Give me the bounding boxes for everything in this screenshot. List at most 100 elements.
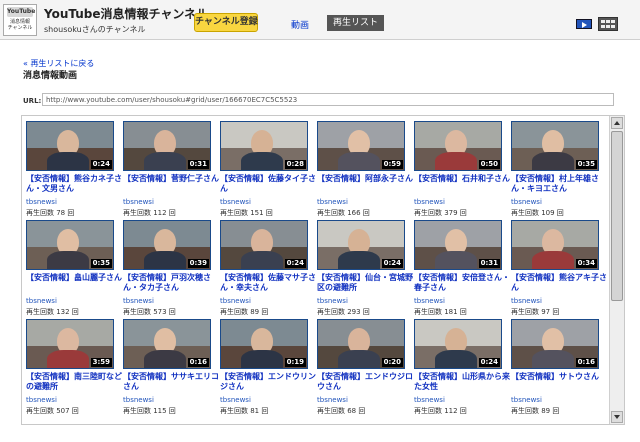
video-tile[interactable]: 0:35 【安否情報】畠山麗子さん tbsnewsi 再生回数 132 回 [26,220,123,318]
video-tile[interactable]: 0:24 【安否情報】佐藤マサ子さん・幸夫さん tbsnewsi 再生回数 89 回 [220,220,317,318]
video-thumbnail[interactable]: 0:24 [26,121,114,171]
video-title-link[interactable]: 【安否情報】菅野仁子さん [123,174,219,184]
video-thumbnail[interactable]: 0:24 [414,319,502,369]
tab-videos[interactable]: 動画 [291,18,309,31]
player-view-icon[interactable] [576,19,592,29]
video-tile[interactable]: 0:24 【安否情報】山形県から来た女性 tbsnewsi 再生回数 112 回 [414,319,511,417]
video-uploader-link[interactable]: tbsnewsi [317,396,348,404]
video-tile[interactable]: 0:24 【安否情報】熊谷カネ子さん・文男さん tbsnewsi 再生回数 78 回 [26,121,123,219]
video-title-link[interactable]: 【安否情報】熊谷アキ子さん [511,273,607,293]
youtube-logo-text: YouTube [7,7,36,17]
channel-logo[interactable]: YouTube 消息情報 チャンネル [3,4,37,36]
scroll-thumb[interactable] [611,131,623,301]
video-thumbnail[interactable]: 0:35 [511,121,599,171]
video-duration: 0:16 [187,358,209,367]
video-tile[interactable]: 0:59 【安否情報】阿部永子さん tbsnewsi 再生回数 166 回 [317,121,414,219]
video-uploader-link[interactable]: tbsnewsi [511,198,542,206]
video-thumbnail[interactable]: 0:31 [123,121,211,171]
video-view-count: 再生回数 68 回 [317,407,366,415]
playlist-title: 消息情報動画 [23,71,78,81]
video-thumbnail[interactable]: 3:59 [26,319,114,369]
channel-user[interactable]: shousoku [44,25,82,34]
video-title-link[interactable]: 【安否情報】村上年雄さん・キヨエさん [511,174,607,194]
video-uploader-link[interactable]: tbsnewsi [220,198,251,206]
video-uploader-link[interactable]: tbsnewsi [26,396,57,404]
video-tile[interactable]: 3:59 【安否情報】南三陸町などの避難所 tbsnewsi 再生回数 507 回 [26,319,123,417]
video-view-count: 再生回数 151 回 [220,209,273,217]
video-tile[interactable]: 0:50 【安否情報】石井和子さん tbsnewsi 再生回数 379 回 [414,121,511,219]
video-tile[interactable]: 0:24 【安否情報】仙台・宮城野区の避難所 tbsnewsi 再生回数 293 回 [317,220,414,318]
video-uploader-link[interactable]: tbsnewsi [26,297,57,305]
video-tile[interactable]: 0:34 【安否情報】熊谷アキ子さん tbsnewsi 再生回数 97 回 [511,220,608,318]
url-field[interactable] [42,93,614,106]
video-tile[interactable]: 0:16 【安否情報】サトウさん tbsnewsi 再生回数 89 回 [511,319,608,417]
video-tile[interactable]: 0:20 【安否情報】エンドウジロウさん tbsnewsi 再生回数 68 回 [317,319,414,417]
video-title-link[interactable]: 【安否情報】エンドウリンジさん [220,372,316,392]
video-title-link[interactable]: 【安否情報】石井和子さん [414,174,510,184]
video-thumbnail[interactable]: 0:28 [220,121,308,171]
video-title-link[interactable]: 【安否情報】畠山麗子さん [26,273,122,283]
video-tile[interactable]: 0:19 【安否情報】エンドウリンジさん tbsnewsi 再生回数 81 回 [220,319,317,417]
scroll-up-icon[interactable] [611,117,623,129]
video-tile[interactable]: 0:39 【安否情報】戸羽次穂さん・タカ子さん tbsnewsi 再生回数 573 回 [123,220,220,318]
video-duration: 0:34 [575,259,597,268]
video-tile[interactable]: 0:28 【安否情報】佐藤タイ子さん tbsnewsi 再生回数 151 回 [220,121,317,219]
scroll-down-icon[interactable] [611,411,623,423]
video-title-link[interactable]: 【安否情報】ササキエリコさん [123,372,219,392]
video-uploader-link[interactable]: tbsnewsi [511,396,542,404]
video-uploader-link[interactable]: tbsnewsi [414,396,445,404]
video-thumbnail[interactable]: 0:39 [123,220,211,270]
video-title-link[interactable]: 【安否情報】戸羽次穂さん・タカ子さん [123,273,219,293]
video-uploader-link[interactable]: tbsnewsi [123,396,154,404]
video-thumbnail[interactable]: 0:35 [26,220,114,270]
video-tile[interactable]: 0:31 【安否情報】菅野仁子さん tbsnewsi 再生回数 112 回 [123,121,220,219]
video-duration: 0:19 [284,358,306,367]
video-uploader-link[interactable]: tbsnewsi [317,198,348,206]
video-thumbnail[interactable]: 0:16 [511,319,599,369]
tab-playlists[interactable]: 再生リスト [327,15,385,31]
video-thumbnail[interactable]: 0:50 [414,121,502,171]
video-uploader-link[interactable]: tbsnewsi [414,297,445,305]
video-title-link[interactable]: 【安否情報】佐藤タイ子さん [220,174,316,194]
video-duration: 0:24 [478,358,500,367]
video-duration: 3:59 [90,358,112,367]
video-title-link[interactable]: 【安否情報】南三陸町などの避難所 [26,372,122,392]
video-tile[interactable]: 0:31 【安否情報】安倍登さん・春子さん tbsnewsi 再生回数 181 回 [414,220,511,318]
video-tile[interactable]: 0:16 【安否情報】ササキエリコさん tbsnewsi 再生回数 115 回 [123,319,220,417]
video-thumbnail[interactable]: 0:59 [317,121,405,171]
grid-view-icon[interactable] [598,17,618,31]
video-uploader-link[interactable]: tbsnewsi [220,297,251,305]
video-title-link[interactable]: 【安否情報】仙台・宮城野区の避難所 [317,273,413,293]
video-uploader-link[interactable]: tbsnewsi [123,297,154,305]
video-title-link[interactable]: 【安否情報】阿部永子さん [317,174,413,184]
video-uploader-link[interactable]: tbsnewsi [317,297,348,305]
video-thumbnail[interactable]: 0:34 [511,220,599,270]
video-duration: 0:31 [187,160,209,169]
video-grid: 0:24 【安否情報】熊谷カネ子さん・文男さん tbsnewsi 再生回数 78 回0… [22,116,610,424]
video-thumbnail[interactable]: 0:19 [220,319,308,369]
video-thumbnail[interactable]: 0:20 [317,319,405,369]
video-duration: 0:24 [381,259,403,268]
video-duration: 0:59 [381,160,403,169]
video-tile[interactable]: 0:35 【安否情報】村上年雄さん・キヨエさん tbsnewsi 再生回数 109 回 [511,121,608,219]
video-uploader-link[interactable]: tbsnewsi [26,198,57,206]
video-thumbnail[interactable]: 0:16 [123,319,211,369]
video-uploader-link[interactable]: tbsnewsi [220,396,251,404]
video-title-link[interactable]: 【安否情報】佐藤マサ子さん・幸夫さん [220,273,316,293]
video-title-link[interactable]: 【安否情報】サトウさん [511,372,607,382]
scrollbar[interactable] [609,116,624,424]
logo-line2: チャンネル [7,25,33,31]
video-title-link[interactable]: 【安否情報】山形県から来た女性 [414,372,510,392]
video-title-link[interactable]: 【安否情報】エンドウジロウさん [317,372,413,392]
subscribe-button[interactable]: チャンネル登録 [194,13,258,32]
video-view-count: 再生回数 112 回 [414,407,467,415]
video-thumbnail[interactable]: 0:24 [220,220,308,270]
video-thumbnail[interactable]: 0:24 [317,220,405,270]
video-title-link[interactable]: 【安否情報】熊谷カネ子さん・文男さん [26,174,122,194]
video-uploader-link[interactable]: tbsnewsi [511,297,542,305]
video-title-link[interactable]: 【安否情報】安倍登さん・春子さん [414,273,510,293]
video-uploader-link[interactable]: tbsnewsi [123,198,154,206]
video-uploader-link[interactable]: tbsnewsi [414,198,445,206]
video-view-count: 再生回数 181 回 [414,308,467,316]
video-thumbnail[interactable]: 0:31 [414,220,502,270]
